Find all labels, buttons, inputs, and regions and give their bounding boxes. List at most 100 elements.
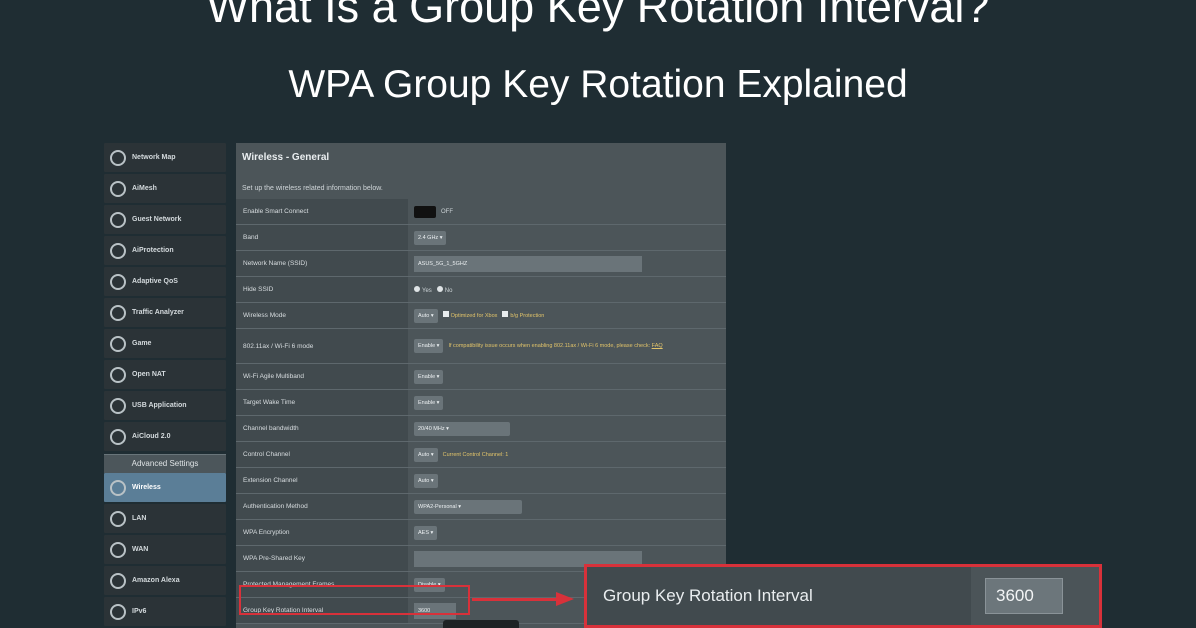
sidebar-item-label: Open NAT xyxy=(132,371,166,378)
smart-connect-toggle[interactable] xyxy=(414,205,436,218)
row-label: WPA Pre-Shared Key xyxy=(236,546,408,571)
hide-ssid-yes-radio[interactable]: Yes xyxy=(414,285,432,294)
row-label: Wireless Mode xyxy=(236,303,408,328)
target-wake-time-select[interactable]: Enable ▾ xyxy=(414,395,444,410)
row-ssid: Network Name (SSID) ASUS_5G_1_5GHZ xyxy=(236,251,726,277)
sidebar-item-amazon-alexa[interactable]: Amazon Alexa xyxy=(104,566,226,595)
authentication-method-select[interactable]: WPA2-Personal ▾ xyxy=(414,499,522,514)
row-label: Control Channel xyxy=(236,442,408,467)
wireless-general-panel: Wireless - General Set up the wireless r… xyxy=(236,143,726,628)
lan-icon xyxy=(110,510,126,527)
ipv6-icon xyxy=(110,603,126,620)
channel-bandwidth-select[interactable]: 20/40 MHz ▾ xyxy=(414,421,510,436)
extension-channel-select[interactable]: Auto ▾ xyxy=(414,473,438,488)
aimesh-icon xyxy=(110,180,126,197)
sidebar-item-lan[interactable]: LAN xyxy=(104,504,226,533)
wpa-encryption-select[interactable]: AES ▾ xyxy=(414,525,438,540)
sidebar-item-game[interactable]: Game xyxy=(104,329,226,358)
panel-description: Set up the wireless related information … xyxy=(242,185,383,192)
sidebar-item-wan[interactable]: WAN xyxy=(104,535,226,564)
row-label: Authentication Method xyxy=(236,494,408,519)
sidebar-item-label: Game xyxy=(132,340,152,347)
sidebar-item-label: USB Application xyxy=(132,402,187,409)
ssid-input[interactable]: ASUS_5G_1_5GHZ xyxy=(414,255,642,272)
row-label: Channel bandwidth xyxy=(236,416,408,441)
row-label: Enable Smart Connect xyxy=(236,199,408,224)
row-target-wake-time: Target Wake Time Enable ▾ xyxy=(236,390,726,416)
network-map-icon xyxy=(110,149,126,166)
row-label: Extension Channel xyxy=(236,468,408,493)
sidebar-item-wireless[interactable]: Wireless xyxy=(104,473,226,502)
sidebar-item-adaptive-qos[interactable]: Adaptive QoS xyxy=(104,267,226,296)
row-label: Band xyxy=(236,225,408,250)
ax-mode-note: If compatibility issue occurs when enabl… xyxy=(448,343,663,349)
sidebar-item-label: Network Map xyxy=(132,154,176,161)
row-label: Wi-Fi Agile Multiband xyxy=(236,364,408,389)
arrow-line xyxy=(472,598,560,601)
sidebar-item-label: Wireless xyxy=(132,484,161,491)
sidebar-item-label: WAN xyxy=(132,546,149,553)
xbox-checkbox[interactable]: Optimized for Xbox xyxy=(442,311,497,320)
sidebar-item-label: IPv6 xyxy=(132,608,147,615)
row-label: 802.11ax / Wi-Fi 6 mode xyxy=(236,329,408,363)
callout-label: Group Key Rotation Interval xyxy=(587,567,971,625)
row-band: Band 2.4 GHz ▾ xyxy=(236,225,726,251)
cloud-icon xyxy=(110,428,126,445)
sidebar-item-label: Adaptive QoS xyxy=(132,278,178,285)
sidebar-item-traffic-analyzer[interactable]: Traffic Analyzer xyxy=(104,298,226,327)
panel-title: Wireless - General xyxy=(242,152,330,163)
row-wpa-encryption: WPA Encryption AES ▾ xyxy=(236,520,726,546)
row-smart-connect: Enable Smart Connect OFF xyxy=(236,199,726,225)
chart-icon xyxy=(110,304,126,321)
sidebar-item-label: AiProtection xyxy=(132,247,174,254)
globe-icon xyxy=(110,366,126,383)
callout-value-input[interactable]: 3600 xyxy=(985,578,1063,614)
row-channel-bandwidth: Channel bandwidth 20/40 MHz ▾ xyxy=(236,416,726,442)
wireless-mode-select[interactable]: Auto ▾ xyxy=(414,308,438,323)
sidebar-item-network-map[interactable]: Network Map xyxy=(104,143,226,172)
sidebar-item-label: AiMesh xyxy=(132,185,157,192)
sidebar-item-label: LAN xyxy=(132,515,147,522)
row-label: Hide SSID xyxy=(236,277,408,302)
hide-ssid-no-radio[interactable]: No xyxy=(436,285,452,294)
row-label: Network Name (SSID) xyxy=(236,251,408,276)
control-channel-note: Current Control Channel: 1 xyxy=(442,451,509,458)
row-hide-ssid: Hide SSID Yes No xyxy=(236,277,726,303)
band-select[interactable]: 2.4 GHz ▾ xyxy=(414,230,447,245)
alexa-icon xyxy=(110,572,126,589)
sidebar-item-aicloud[interactable]: AiCloud 2.0 xyxy=(104,422,226,451)
usb-icon xyxy=(110,397,126,414)
gamepad-icon xyxy=(110,335,126,352)
advanced-settings-header: Advanced Settings xyxy=(104,454,226,473)
row-label: Target Wake Time xyxy=(236,390,408,415)
sidebar-item-usb-application[interactable]: USB Application xyxy=(104,391,226,420)
sidebar-item-guest-network[interactable]: Guest Network xyxy=(104,205,226,234)
row-ax-mode: 802.11ax / Wi-Fi 6 mode Enable ▾ If comp… xyxy=(236,329,726,364)
guest-network-icon xyxy=(110,211,126,228)
agile-multiband-select[interactable]: Enable ▾ xyxy=(414,369,444,384)
sidebar-item-aiprotection[interactable]: AiProtection xyxy=(104,236,226,265)
page-title: What Is a Group Key Rotation Interval? xyxy=(206,0,990,32)
wifi-icon xyxy=(110,479,126,496)
bg-protection-checkbox[interactable]: b/g Protection xyxy=(502,311,544,320)
arrow-right-icon xyxy=(556,592,574,606)
row-wireless-mode: Wireless Mode Auto ▾ Optimized for Xbox … xyxy=(236,303,726,329)
faq-link[interactable]: FAQ xyxy=(652,343,663,349)
sidebar-item-label: Traffic Analyzer xyxy=(132,309,184,316)
gauge-icon xyxy=(110,273,126,290)
page-subtitle: WPA Group Key Rotation Explained xyxy=(288,63,908,106)
sidebar-item-ipv6[interactable]: IPv6 xyxy=(104,597,226,626)
sidebar-item-open-nat[interactable]: Open NAT xyxy=(104,360,226,389)
sidebar-item-label: Guest Network xyxy=(132,216,182,223)
sidebar-item-aimesh[interactable]: AiMesh xyxy=(104,174,226,203)
row-control-channel: Control Channel Auto ▾ Current Control C… xyxy=(236,442,726,468)
sidebar-item-label: Amazon Alexa xyxy=(132,577,180,584)
control-channel-select[interactable]: Auto ▾ xyxy=(414,447,438,462)
apply-button[interactable] xyxy=(443,620,519,628)
shield-icon xyxy=(110,242,126,259)
zoom-callout: Group Key Rotation Interval 3600 xyxy=(584,564,1102,628)
globe-icon xyxy=(110,541,126,558)
highlight-box xyxy=(239,585,470,615)
row-label: WPA Encryption xyxy=(236,520,408,545)
ax-mode-select[interactable]: Enable ▾ xyxy=(414,339,444,353)
